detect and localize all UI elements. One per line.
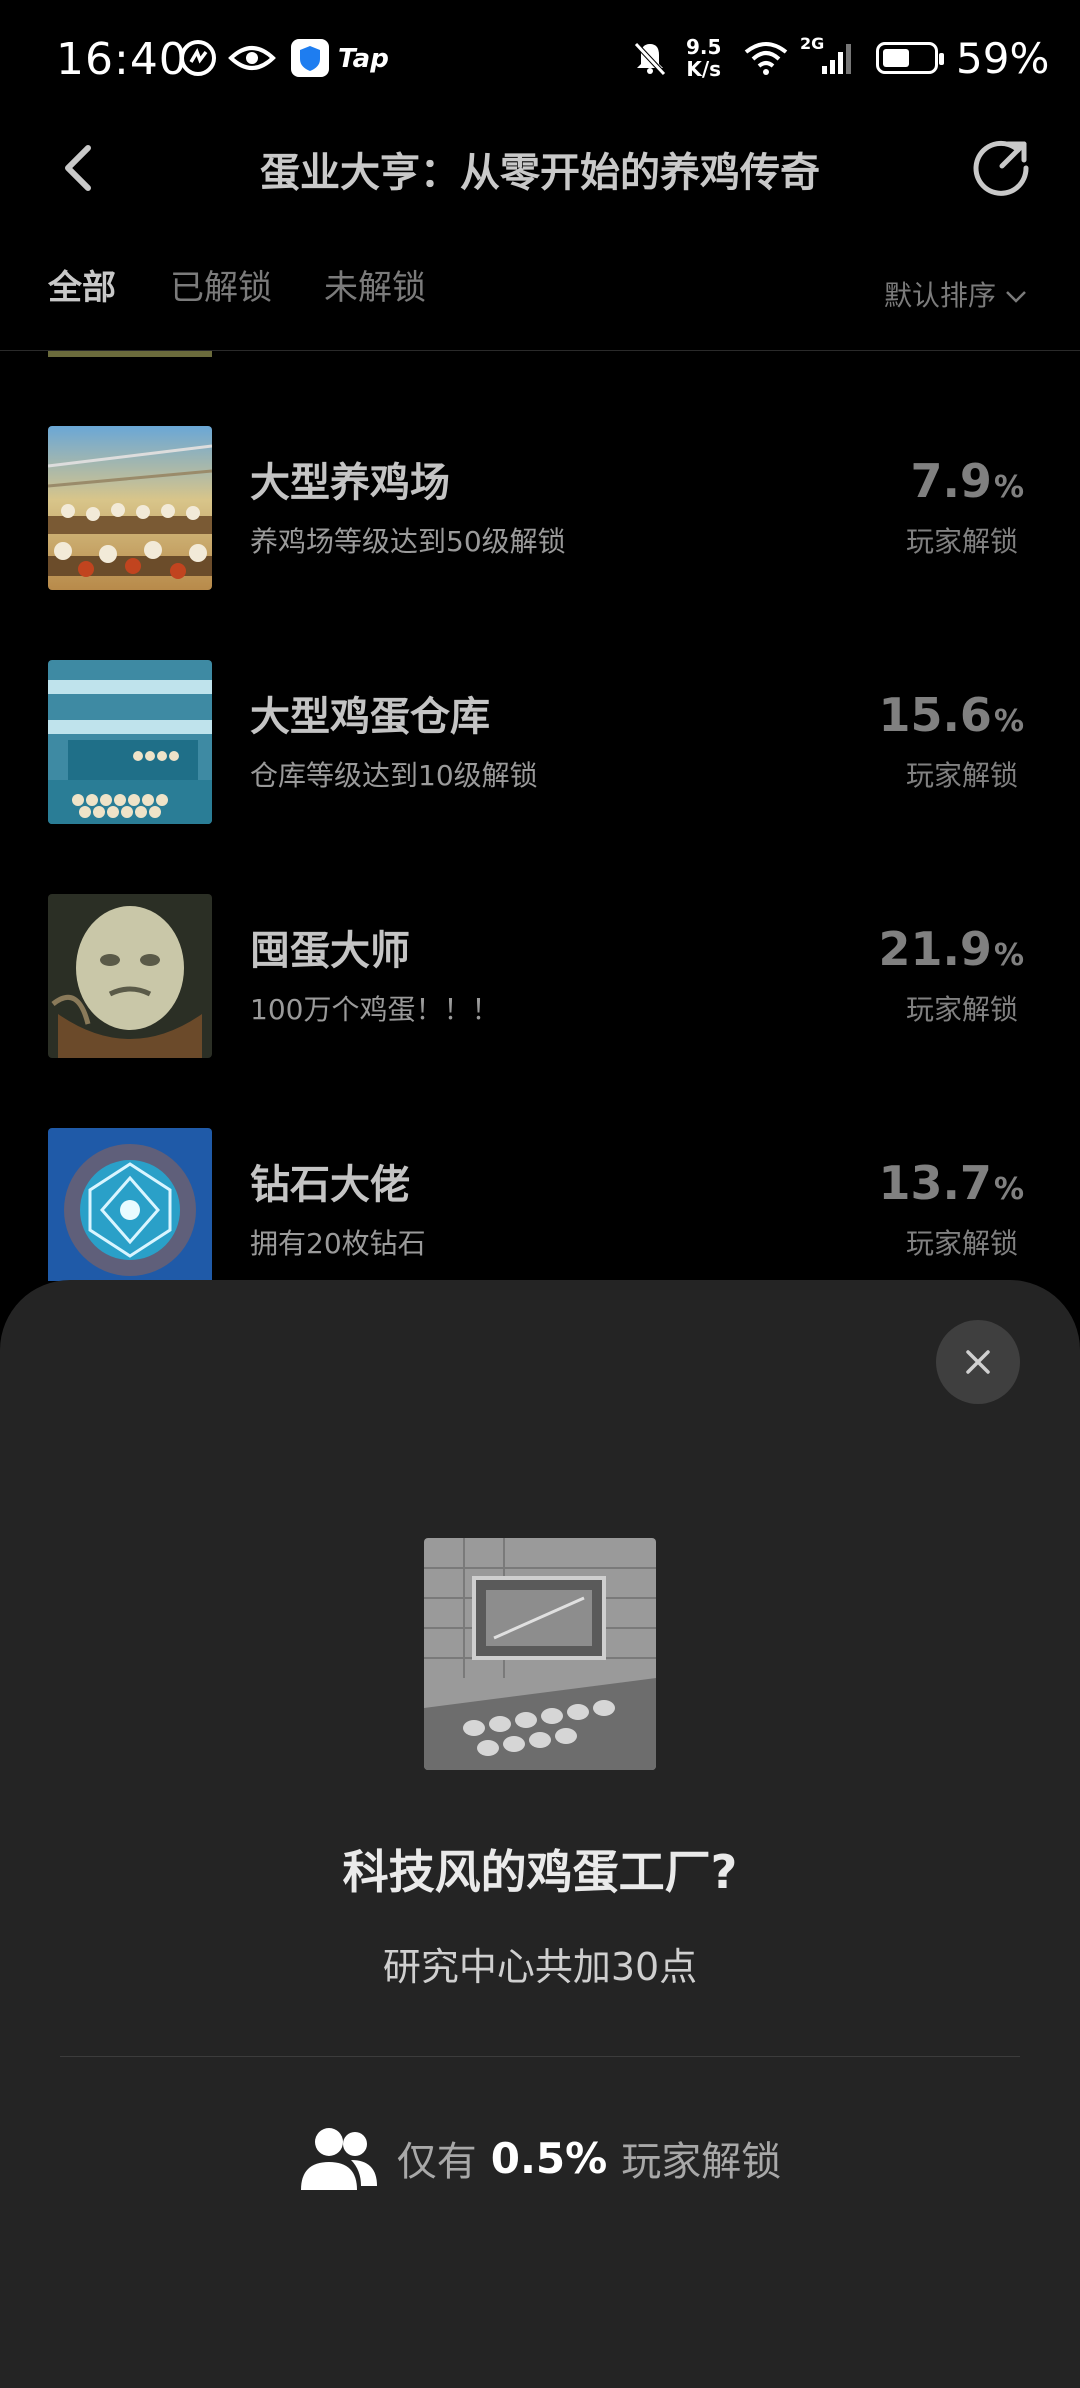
header: 蛋业大亨：从零开始的养鸡传奇: [0, 120, 1080, 220]
achievement-detail-sheet: 科技风的鸡蛋工厂? 研究中心共加30点 仅有 0.5% 玩家解锁: [0, 1280, 1080, 2388]
unlock-percent: 0.5%: [490, 2133, 608, 2183]
previous-item-thumbnail: [48, 351, 212, 357]
sort-dropdown[interactable]: 默认排序: [884, 274, 1028, 314]
achievement-item[interactable]: 钻石大佬 拥有20枚钻石 13.7% 玩家解锁: [0, 1128, 1080, 1281]
achievement-title: 钻石大佬: [250, 1162, 410, 1208]
egg-factory-thumbnail: [424, 1538, 656, 1770]
eye-icon: [228, 46, 276, 70]
unlock-rate: 7.9%: [910, 454, 1024, 508]
net-speed: 9.5 K/s: [686, 35, 722, 81]
battery-percent: 59%: [956, 34, 1050, 83]
tap-logo: Tap: [338, 44, 389, 74]
unlock-stats: 仅有 0.5% 玩家解锁: [0, 2124, 1080, 2204]
achievement-title: 大型鸡蛋仓库: [250, 694, 490, 740]
tab-all[interactable]: 全部: [48, 260, 116, 309]
people-icon: [300, 2128, 377, 2190]
detail-title: 科技风的鸡蛋工厂?: [342, 1845, 738, 1899]
battery-icon: [876, 42, 944, 74]
unlock-suffix: 玩家解锁: [621, 2139, 782, 2185]
wifi-icon: [744, 42, 788, 75]
achievement-item[interactable]: 大型鸡蛋仓库 仓库等级达到10级解锁 15.6% 玩家解锁: [0, 660, 1080, 824]
mute-bell-icon: [634, 42, 666, 76]
achievement-description: 养鸡场等级达到50级解锁: [250, 525, 566, 558]
achievement-list[interactable]: 大型养鸡场 养鸡场等级达到50级解锁 7.9% 玩家解锁 大型鸡蛋仓库 仓库等级…: [0, 351, 1080, 1281]
achievement-title: 囤蛋大师: [250, 928, 410, 974]
chevron-down-icon: [1006, 291, 1026, 303]
achievement-title: 大型养鸡场: [250, 460, 450, 506]
unlock-rate-label: 玩家解锁: [905, 993, 1018, 1026]
close-button[interactable]: [936, 1320, 1020, 1404]
egg-master-thumbnail: [48, 894, 212, 1058]
shield-app-icon: [291, 39, 329, 77]
chicken-farm-thumbnail: [48, 426, 212, 590]
status-bar: 16:40 Tap 9.5 K/s 2G 59%: [0, 0, 1080, 120]
unlock-prefix: 仅有: [396, 2139, 477, 2185]
app-notification-icon: [180, 40, 216, 76]
detail-description: 研究中心共加30点: [382, 1945, 698, 1989]
tab-locked[interactable]: 未解锁: [324, 260, 426, 309]
achievement-description: 100万个鸡蛋！！！: [250, 993, 500, 1026]
unlock-rate: 15.6%: [878, 688, 1024, 742]
egg-warehouse-thumbnail: [48, 660, 212, 824]
page-title: 蛋业大亨：从零开始的养鸡传奇: [260, 150, 820, 196]
refresh-icon[interactable]: [968, 134, 1034, 200]
achievement-description: 拥有20枚钻石: [250, 1227, 426, 1260]
sort-label: 默认排序: [883, 279, 996, 312]
tab-unlocked[interactable]: 已解锁: [170, 260, 272, 309]
status-time: 16:40: [56, 34, 188, 85]
signal-icon: [822, 44, 851, 74]
unlock-rate: 13.7%: [878, 1156, 1024, 1210]
unlock-rate-label: 玩家解锁: [905, 759, 1018, 792]
unlock-rate: 21.9%: [878, 922, 1024, 976]
close-icon: [966, 1350, 990, 1374]
diamond-boss-thumbnail: [48, 1128, 212, 1281]
achievement-description: 仓库等级达到10级解锁: [250, 759, 538, 792]
achievement-item[interactable]: 囤蛋大师 100万个鸡蛋！！！ 21.9% 玩家解锁: [0, 894, 1080, 1058]
achievement-item[interactable]: 大型养鸡场 养鸡场等级达到50级解锁 7.9% 玩家解锁: [0, 426, 1080, 590]
sheet-divider: [60, 2056, 1020, 2057]
unlock-rate-label: 玩家解锁: [905, 525, 1018, 558]
unlock-rate-label: 玩家解锁: [905, 1227, 1018, 1260]
